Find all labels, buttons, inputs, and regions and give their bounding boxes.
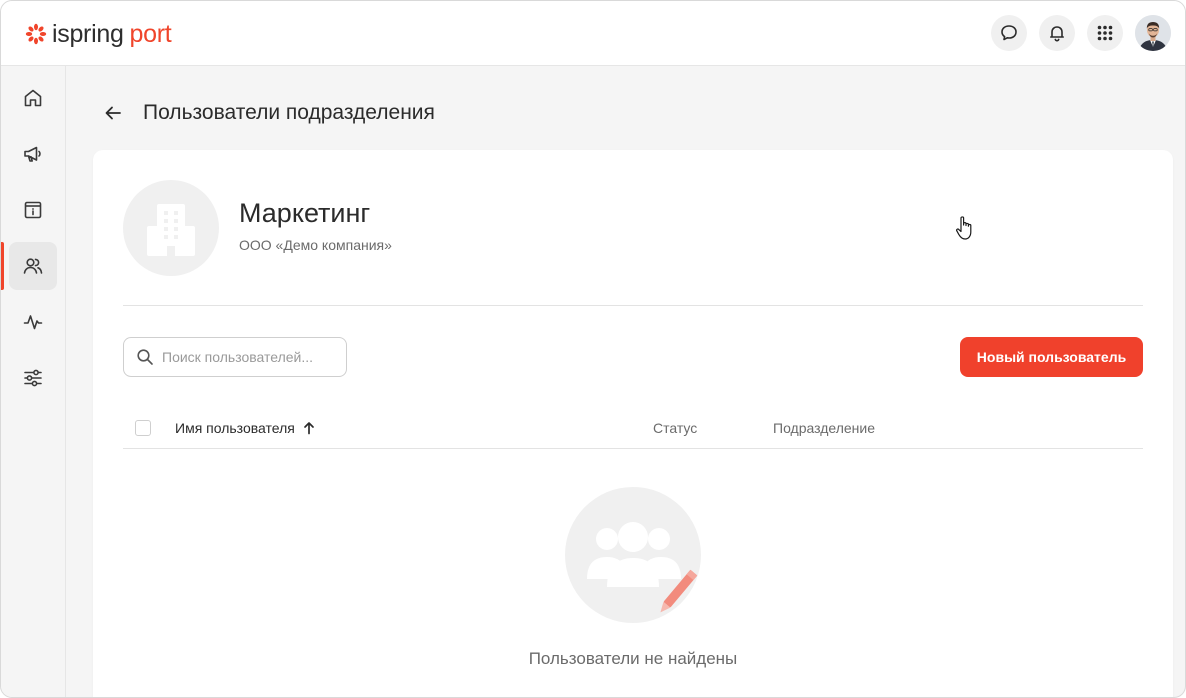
back-button[interactable] xyxy=(101,101,125,125)
search-icon xyxy=(137,349,153,365)
chat-button[interactable] xyxy=(991,15,1027,51)
logo-part1: ispring xyxy=(52,20,124,48)
megaphone-icon xyxy=(24,146,41,162)
department-company: ООО «Демо компания» xyxy=(239,237,392,253)
sort-arrow-up-icon xyxy=(303,422,314,435)
app-window: ispring port Пользователи подразделения … xyxy=(0,0,1186,698)
chat-icon xyxy=(1001,25,1017,41)
building-icon xyxy=(147,204,195,256)
column-header-status[interactable]: Статус xyxy=(653,420,697,436)
apps-button[interactable] xyxy=(1087,15,1123,51)
department-card: Маркетинг ООО «Демо компания» Новый поль… xyxy=(93,150,1173,697)
logo[interactable]: ispring port xyxy=(25,19,172,49)
user-avatar[interactable] xyxy=(1135,15,1171,51)
info-box-icon xyxy=(24,201,42,219)
sidebar-item-activity[interactable] xyxy=(9,298,57,346)
sidebar-item-home[interactable] xyxy=(9,74,57,122)
search-input[interactable] xyxy=(162,349,342,365)
sidebar xyxy=(1,66,66,697)
department-avatar xyxy=(123,180,219,276)
active-indicator xyxy=(1,242,4,290)
logo-part2: port xyxy=(129,20,172,48)
notifications-button[interactable] xyxy=(1039,15,1075,51)
select-all-checkbox[interactable] xyxy=(135,420,151,436)
divider xyxy=(123,305,1143,306)
sidebar-item-catalog[interactable] xyxy=(9,186,57,234)
home-icon xyxy=(24,89,42,107)
sidebar-item-announcements[interactable] xyxy=(9,130,57,178)
user-photo-icon xyxy=(1135,15,1171,51)
arrow-left-icon xyxy=(105,106,121,120)
page-title: Пользователи подразделения xyxy=(143,101,435,124)
logo-text: ispring port xyxy=(52,19,172,49)
top-bar: ispring port xyxy=(1,1,1185,66)
search-box[interactable] xyxy=(123,337,347,377)
new-user-button[interactable]: Новый пользователь xyxy=(960,337,1143,377)
empty-users-illustration xyxy=(565,487,701,623)
sliders-icon xyxy=(24,369,42,387)
header-actions xyxy=(979,15,1171,51)
column-header-department[interactable]: Подразделение xyxy=(773,420,875,436)
table-header: Имя пользователя Статус Подразделение xyxy=(123,407,1143,449)
hand-pointer-cursor-icon xyxy=(956,216,972,240)
page-header: Пользователи подразделения xyxy=(101,97,435,129)
column-header-name[interactable]: Имя пользователя xyxy=(175,420,316,436)
apps-grid-icon xyxy=(1097,25,1113,41)
logo-mark-icon xyxy=(25,23,47,45)
users-icon xyxy=(23,258,43,274)
column-name-label: Имя пользователя xyxy=(175,420,295,436)
sidebar-item-settings[interactable] xyxy=(9,354,57,402)
empty-state-message: Пользователи не найдены xyxy=(528,649,738,668)
sidebar-item-users[interactable] xyxy=(9,242,57,290)
pulse-icon xyxy=(23,315,43,330)
bell-icon xyxy=(1050,26,1064,42)
department-name: Маркетинг xyxy=(239,198,371,228)
